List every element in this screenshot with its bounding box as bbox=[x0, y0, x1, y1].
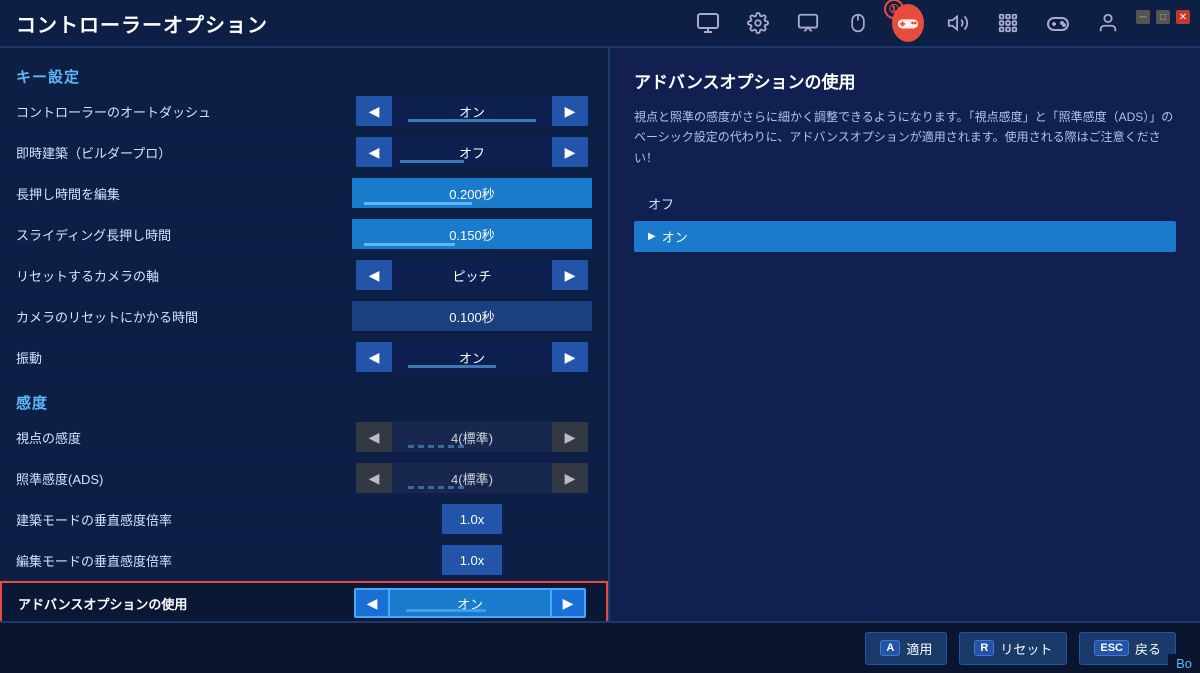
gamepad-icon[interactable] bbox=[1042, 7, 1074, 39]
right-panel-desc: 視点と照準の感度がさらに細かく調整できるようになります。「視点感度」と「照準感度… bbox=[634, 107, 1176, 168]
setting-edit-vertical: 編集モードの垂直感度倍率 1.0x bbox=[0, 540, 608, 581]
view-sensitivity-control: ◀ 4(標準) ▶ bbox=[352, 422, 592, 452]
edit-vertical-label: 編集モードの垂直感度倍率 bbox=[16, 551, 352, 570]
instant-build-right-btn[interactable]: ▶ bbox=[552, 137, 588, 167]
controller-icon[interactable]: ① bbox=[892, 7, 924, 39]
auto-dash-value: オン bbox=[392, 96, 552, 126]
auto-dash-label: コントローラーのオートダッシュ bbox=[16, 102, 352, 121]
reset-key: R bbox=[974, 640, 994, 656]
advanced-options-right-btn[interactable]: ▶ bbox=[550, 588, 586, 618]
minimize-button[interactable]: ─ bbox=[1136, 10, 1150, 24]
advanced-options-control: ◀ オン ▶ bbox=[350, 588, 590, 618]
advanced-options-left-btn[interactable]: ◀ bbox=[354, 588, 390, 618]
option-list: オフ オン bbox=[634, 188, 1176, 252]
vibration-label: 振動 bbox=[16, 348, 352, 367]
back-label: 戻る bbox=[1135, 639, 1161, 658]
main-layout: キー設定 コントローラーのオートダッシュ ◀ オン ▶ 即時建築（ビルダープロ）… bbox=[0, 48, 1200, 621]
view-sensitivity-value: 4(標準) bbox=[392, 422, 552, 452]
setting-camera-time: カメラのリセットにかかる時間 0.100秒 bbox=[0, 296, 608, 337]
edit-vertical-control: 1.0x bbox=[352, 545, 592, 575]
maximize-button[interactable]: □ bbox=[1156, 10, 1170, 24]
camera-time-label: カメラのリセットにかかる時間 bbox=[16, 307, 352, 326]
display-icon[interactable] bbox=[792, 7, 824, 39]
setting-camera-axis: リセットするカメラの軸 ◀ ピッチ ▶ bbox=[0, 255, 608, 296]
gear-icon[interactable] bbox=[742, 7, 774, 39]
window-controls: ─ □ ✕ bbox=[1136, 10, 1190, 24]
camera-axis-left-btn[interactable]: ◀ bbox=[356, 260, 392, 290]
auto-dash-left-btn[interactable]: ◀ bbox=[356, 96, 392, 126]
bottom-corner-text: Bo bbox=[1168, 654, 1200, 673]
instant-build-value: オフ bbox=[392, 137, 552, 167]
setting-advanced-options: アドバンスオプションの使用 ◀ オン ▶ ② bbox=[0, 581, 608, 621]
topbar-icons: ① bbox=[692, 7, 1124, 39]
setting-build-vertical: 建築モードの垂直感度倍率 1.0x bbox=[0, 499, 608, 540]
ads-sensitivity-right-btn[interactable]: ▶ bbox=[552, 463, 588, 493]
setting-ads-sensitivity: 照準感度(ADS) ◀ 4(標準) ▶ bbox=[0, 458, 608, 499]
instant-build-control: ◀ オフ ▶ bbox=[352, 137, 592, 167]
build-vertical-control: 1.0x bbox=[352, 504, 592, 534]
sliding-control: 0.150秒 bbox=[352, 219, 592, 249]
vibration-left-btn[interactable]: ◀ bbox=[356, 342, 392, 372]
camera-time-value: 0.100秒 bbox=[352, 301, 592, 331]
build-vertical-label: 建築モードの垂直感度倍率 bbox=[16, 510, 352, 529]
reset-label: リセット bbox=[1000, 639, 1052, 658]
long-press-control: 0.200秒 bbox=[352, 178, 592, 208]
camera-time-control: 0.100秒 bbox=[352, 301, 592, 331]
section-header-sensitivity: 感度 bbox=[0, 386, 608, 417]
speaker-icon[interactable] bbox=[942, 7, 974, 39]
option-on[interactable]: オン bbox=[634, 221, 1176, 252]
instant-build-left-btn[interactable]: ◀ bbox=[356, 137, 392, 167]
right-panel: アドバンスオプションの使用 視点と照準の感度がさらに細かく調整できるようになりま… bbox=[610, 48, 1200, 621]
edit-vertical-value: 1.0x bbox=[442, 545, 502, 575]
view-sensitivity-left-btn[interactable]: ◀ bbox=[356, 422, 392, 452]
auto-dash-control: ◀ オン ▶ bbox=[352, 96, 592, 126]
advanced-options-label: アドバンスオプションの使用 bbox=[18, 594, 350, 613]
ads-sensitivity-label: 照準感度(ADS) bbox=[16, 469, 352, 488]
right-panel-title: アドバンスオプションの使用 bbox=[634, 68, 1176, 93]
camera-axis-label: リセットするカメラの軸 bbox=[16, 266, 352, 285]
camera-axis-right-btn[interactable]: ▶ bbox=[552, 260, 588, 290]
reset-button[interactable]: R リセット bbox=[959, 632, 1067, 665]
setting-instant-build: 即時建築（ビルダープロ） ◀ オフ ▶ bbox=[0, 132, 608, 173]
network-icon[interactable] bbox=[992, 7, 1024, 39]
long-press-value: 0.200秒 bbox=[352, 178, 592, 208]
ads-sensitivity-control: ◀ 4(標準) ▶ bbox=[352, 463, 592, 493]
ads-sensitivity-left-btn[interactable]: ◀ bbox=[356, 463, 392, 493]
sliding-value: 0.150秒 bbox=[352, 219, 592, 249]
bottom-bar: A 適用 R リセット ESC 戻る bbox=[0, 621, 1200, 673]
setting-sliding: スライディング長押し時間 0.150秒 bbox=[0, 214, 608, 255]
back-button[interactable]: ESC 戻る bbox=[1079, 632, 1176, 665]
ads-sensitivity-value: 4(標準) bbox=[392, 463, 552, 493]
back-key: ESC bbox=[1094, 640, 1129, 656]
section-header-key-settings: キー設定 bbox=[0, 60, 608, 91]
build-vertical-value: 1.0x bbox=[442, 504, 502, 534]
monitor-icon[interactable] bbox=[692, 7, 724, 39]
long-press-label: 長押し時間を編集 bbox=[16, 184, 352, 203]
instant-build-label: 即時建築（ビルダープロ） bbox=[16, 143, 352, 162]
view-sensitivity-right-btn[interactable]: ▶ bbox=[552, 422, 588, 452]
auto-dash-right-btn[interactable]: ▶ bbox=[552, 96, 588, 126]
vibration-value: オン bbox=[392, 342, 552, 372]
apply-label: 適用 bbox=[906, 639, 932, 658]
close-button[interactable]: ✕ bbox=[1176, 10, 1190, 24]
user-icon[interactable] bbox=[1092, 7, 1124, 39]
title-bar: コントローラーオプション ① bbox=[0, 0, 1200, 48]
window-title: コントローラーオプション bbox=[16, 9, 268, 38]
setting-view-sensitivity: 視点の感度 ◀ 4(標準) ▶ bbox=[0, 417, 608, 458]
camera-axis-value: ピッチ bbox=[392, 260, 552, 290]
setting-long-press: 長押し時間を編集 0.200秒 bbox=[0, 173, 608, 214]
option-off[interactable]: オフ bbox=[634, 188, 1176, 219]
apply-button[interactable]: A 適用 bbox=[865, 632, 947, 665]
sliding-label: スライディング長押し時間 bbox=[16, 225, 352, 244]
left-panel: キー設定 コントローラーのオートダッシュ ◀ オン ▶ 即時建築（ビルダープロ）… bbox=[0, 48, 610, 621]
mouse-icon[interactable] bbox=[842, 7, 874, 39]
view-sensitivity-label: 視点の感度 bbox=[16, 428, 352, 447]
advanced-options-value: オン bbox=[390, 588, 550, 618]
vibration-right-btn[interactable]: ▶ bbox=[552, 342, 588, 372]
apply-key: A bbox=[880, 640, 900, 656]
camera-axis-control: ◀ ピッチ ▶ bbox=[352, 260, 592, 290]
setting-auto-dash: コントローラーのオートダッシュ ◀ オン ▶ bbox=[0, 91, 608, 132]
vibration-control: ◀ オン ▶ bbox=[352, 342, 592, 372]
setting-vibration: 振動 ◀ オン ▶ bbox=[0, 337, 608, 378]
